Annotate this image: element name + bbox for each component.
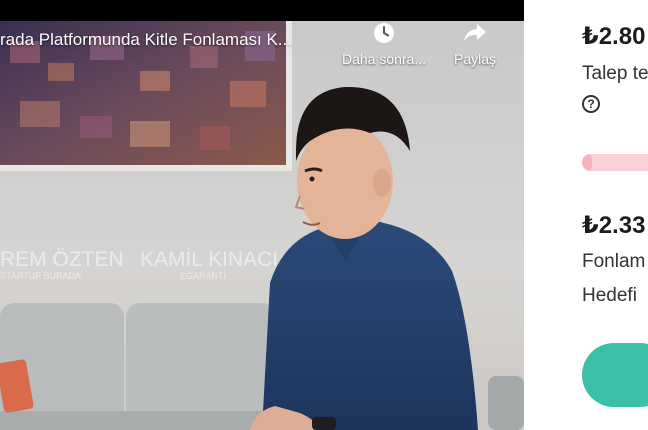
lower-third-name-2: KAMİL KINACI — [140, 248, 278, 271]
campaign-panel: ₺2.80 Talep te ? ₺2.33 Fonlam Hedefi — [524, 0, 648, 430]
funding-progress-bar — [582, 154, 648, 171]
requested-amount: ₺2.80 — [582, 23, 646, 50]
lower-third-role-2: EGARANTİ — [180, 271, 226, 281]
video-player[interactable]: REM ÖZTEN STARTUP BURADA KAMİL KINACI EG… — [0, 0, 524, 430]
share-button[interactable]: Paylaş — [448, 22, 502, 67]
funding-progress-fill — [582, 154, 592, 171]
share-arrow-icon — [463, 22, 487, 47]
requested-label: Talep te — [582, 63, 648, 84]
funded-label: Fonlam — [582, 251, 646, 272]
help-icon[interactable]: ? — [582, 95, 600, 113]
target-label: Hedefi — [582, 285, 637, 306]
funded-amount: ₺2.33 — [582, 212, 646, 239]
lower-third-role-1: STARTUP BURADA — [0, 271, 81, 281]
watch-later-label: Daha sonra... — [341, 51, 427, 67]
watch-later-button[interactable]: Daha sonra... — [338, 22, 430, 67]
lower-third-name-1: REM ÖZTEN — [0, 248, 124, 271]
video-top-bar — [0, 0, 524, 21]
invest-button[interactable] — [582, 343, 648, 407]
clock-icon — [373, 22, 395, 47]
share-label: Paylaş — [453, 51, 497, 67]
video-title[interactable]: rada Platformunda Kitle Fonlaması K... — [0, 30, 330, 50]
video-frame[interactable]: REM ÖZTEN STARTUP BURADA KAMİL KINACI EG… — [0, 21, 524, 430]
